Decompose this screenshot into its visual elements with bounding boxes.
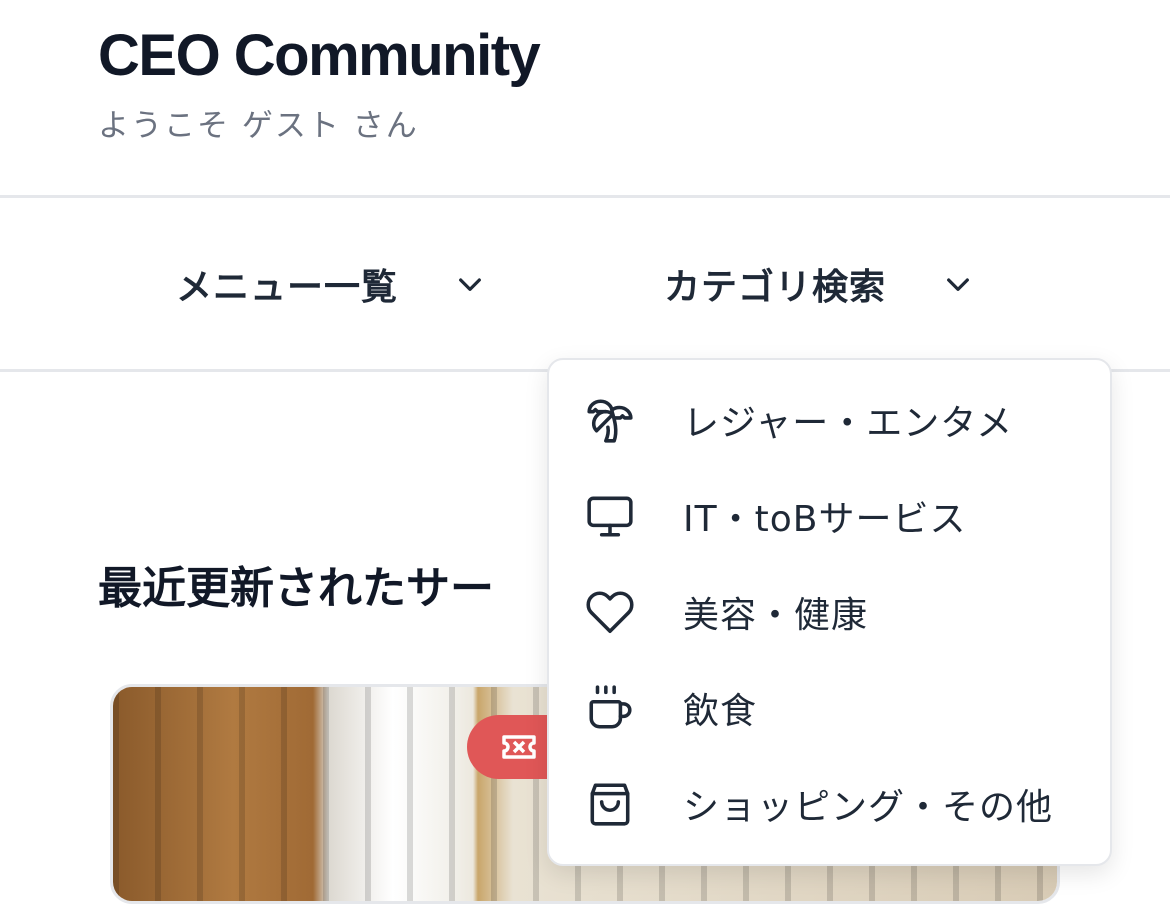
chevron-down-icon	[942, 268, 974, 300]
menu-list-dropdown[interactable]: メニュー一覧	[176, 256, 486, 312]
category-item-leisure[interactable]: レジャー・エンタメ	[549, 372, 1110, 468]
category-item-food[interactable]: 飲食	[549, 660, 1110, 756]
welcome-message: ようこそ ゲスト さん	[98, 108, 419, 144]
recent-services-heading: 最近更新されたサー	[98, 563, 494, 614]
category-search-label: カテゴリ検索	[664, 267, 887, 308]
category-search-dropdown[interactable]: カテゴリ検索	[664, 256, 974, 312]
menu-list-label: メニュー一覧	[176, 267, 399, 308]
coffee-cup-icon	[585, 683, 635, 733]
category-item-label: ショッピング・その他	[683, 787, 1054, 828]
category-item-shopping[interactable]: ショッピング・その他	[549, 756, 1110, 852]
ticket-icon	[501, 733, 537, 761]
main-nav: メニュー一覧 カテゴリ検索	[0, 198, 1170, 372]
palm-tree-icon	[585, 395, 635, 445]
heart-icon	[585, 587, 635, 637]
site-title[interactable]: CEO Community	[98, 22, 541, 89]
shopping-bag-icon	[585, 779, 635, 829]
category-item-label: レジャー・エンタメ	[683, 403, 1014, 444]
category-item-beauty[interactable]: 美容・健康	[549, 564, 1110, 660]
monitor-icon	[585, 491, 635, 541]
chevron-down-icon	[454, 268, 486, 300]
category-item-label: 飲食	[683, 691, 758, 732]
category-item-label: 美容・健康	[683, 595, 869, 636]
category-dropdown-menu: レジャー・エンタメ IT・toBサービス 美容・健康 飲食 ショッピング・その他	[547, 358, 1112, 866]
site-header: CEO Community ようこそ ゲスト さん	[0, 0, 1170, 198]
category-item-label: IT・toBサービス	[683, 499, 967, 540]
category-item-it[interactable]: IT・toBサービス	[549, 468, 1110, 564]
